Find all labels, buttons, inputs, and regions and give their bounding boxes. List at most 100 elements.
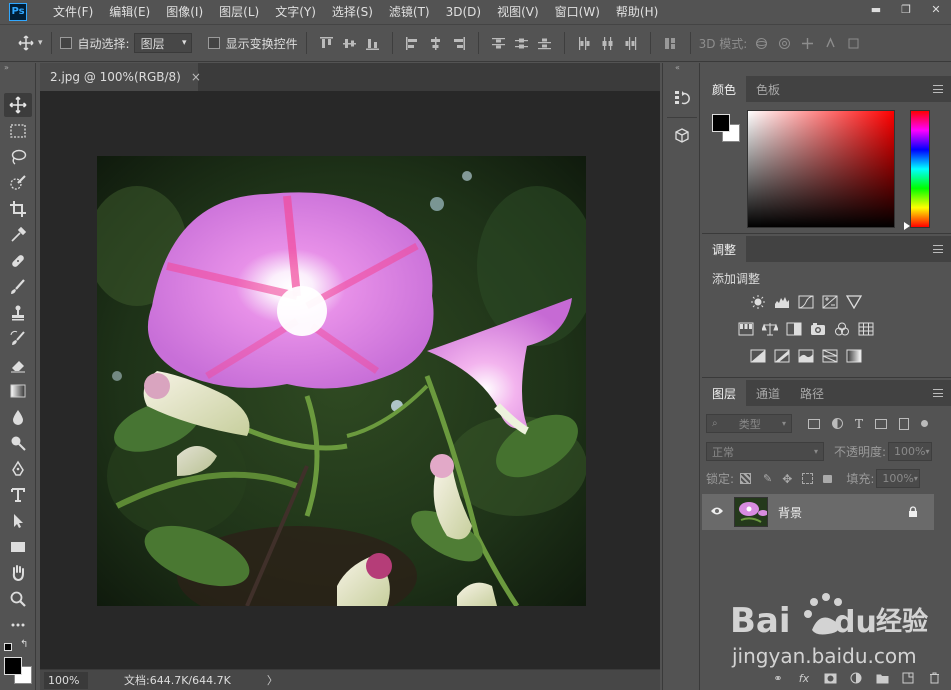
auto-align-icon[interactable] xyxy=(664,37,677,50)
healing-brush-tool-icon[interactable] xyxy=(4,249,32,273)
distribute-right-icon[interactable] xyxy=(624,36,637,50)
align-vcenter-icon[interactable] xyxy=(342,37,356,50)
gradient-map-icon[interactable] xyxy=(846,349,862,363)
eyedropper-tool-icon[interactable] xyxy=(4,223,32,247)
more-tools-icon[interactable] xyxy=(4,613,32,637)
lasso-tool-icon[interactable] xyxy=(4,145,32,169)
menu-window[interactable]: 窗口(W) xyxy=(547,0,608,24)
menu-select[interactable]: 选择(S) xyxy=(324,0,381,24)
3d-roll-icon[interactable] xyxy=(778,37,791,50)
lock-artboard-icon[interactable] xyxy=(802,473,814,484)
tab-swatches[interactable]: 色板 xyxy=(746,76,790,102)
type-tool-icon[interactable] xyxy=(4,483,32,507)
menu-file[interactable]: 文件(F) xyxy=(45,0,101,24)
brightness-contrast-icon[interactable] xyxy=(750,295,766,309)
clone-stamp-tool-icon[interactable] xyxy=(4,301,32,325)
menu-filter[interactable]: 滤镜(T) xyxy=(381,0,438,24)
color-picker-field[interactable] xyxy=(747,110,895,228)
vibrance-icon[interactable] xyxy=(845,295,863,310)
3d-pan-icon[interactable] xyxy=(801,37,814,50)
tab-paths[interactable]: 路径 xyxy=(790,380,834,406)
brush-tool-icon[interactable] xyxy=(4,275,32,299)
maximize-button[interactable]: ❐ xyxy=(891,0,921,18)
foreground-color-swatch[interactable] xyxy=(4,657,22,675)
distribute-vcenter-icon[interactable] xyxy=(514,37,528,50)
hand-tool-icon[interactable] xyxy=(4,561,32,585)
default-colors-icon[interactable] xyxy=(4,643,12,651)
posterize-icon[interactable] xyxy=(774,349,790,363)
filter-type-icon[interactable]: T xyxy=(855,417,863,431)
lock-transparent-icon[interactable] xyxy=(740,473,752,484)
hue-slider-marker[interactable] xyxy=(904,222,910,230)
menu-3d[interactable]: 3D(D) xyxy=(438,0,489,24)
lock-position-icon[interactable]: ✥ xyxy=(782,472,792,486)
distribute-left-icon[interactable] xyxy=(578,36,591,50)
adjustment-icon[interactable] xyxy=(849,671,863,685)
panel-menu-icon[interactable] xyxy=(933,245,943,253)
align-top-icon[interactable] xyxy=(319,36,333,50)
pen-tool-icon[interactable] xyxy=(4,457,32,481)
tab-channels[interactable]: 通道 xyxy=(746,380,790,406)
align-hcenter-icon[interactable] xyxy=(429,36,442,50)
selective-color-icon[interactable] xyxy=(822,349,838,363)
dodge-tool-icon[interactable] xyxy=(4,431,32,455)
distribute-hcenter-icon[interactable] xyxy=(601,36,614,50)
link-icon[interactable]: ⚭ xyxy=(771,671,785,685)
tab-adjustments[interactable]: 调整 xyxy=(702,236,747,262)
align-right-icon[interactable] xyxy=(452,36,465,50)
fill-field[interactable]: 100% ▾ xyxy=(876,469,921,488)
swap-colors-icon[interactable]: ↰ xyxy=(20,639,28,650)
mask-icon[interactable] xyxy=(823,671,837,685)
eraser-tool-icon[interactable] xyxy=(4,353,32,377)
document-tab[interactable]: 2.jpg @ 100%(RGB/8) × xyxy=(40,63,201,91)
3d-slide-icon[interactable] xyxy=(824,36,837,50)
filter-toggle-icon[interactable] xyxy=(921,420,929,427)
move-tool-preset-icon[interactable]: ▾ xyxy=(18,35,43,51)
zoom-tool-icon[interactable] xyxy=(4,587,32,611)
close-tab-icon[interactable]: × xyxy=(191,70,201,84)
filter-adjustment-icon[interactable] xyxy=(832,418,843,429)
tab-color[interactable]: 颜色 xyxy=(702,76,747,102)
minimize-button[interactable]: ▬ xyxy=(861,0,891,18)
menu-help[interactable]: 帮助(H) xyxy=(608,0,666,24)
panel-menu-icon[interactable] xyxy=(933,85,943,93)
menu-type[interactable]: 文字(Y) xyxy=(267,0,324,24)
panel-menu-icon[interactable] xyxy=(933,389,943,397)
color-lookup-icon[interactable] xyxy=(858,322,874,336)
collapse-chevrons-icon[interactable]: » xyxy=(4,63,9,72)
photo-filter-icon[interactable] xyxy=(810,322,826,336)
curves-icon[interactable] xyxy=(798,295,814,309)
tab-layers[interactable]: 图层 xyxy=(702,380,747,406)
align-bottom-icon[interactable] xyxy=(365,37,379,50)
history-panel-icon[interactable] xyxy=(668,85,696,111)
threshold-icon[interactable] xyxy=(798,349,814,363)
opacity-field[interactable]: 100% ▾ xyxy=(888,442,933,461)
history-brush-tool-icon[interactable] xyxy=(4,327,32,351)
blur-tool-icon[interactable] xyxy=(4,405,32,429)
blend-mode-dropdown[interactable]: 正常 ▾ xyxy=(706,442,824,461)
auto-select-checkbox[interactable] xyxy=(59,37,72,49)
show-transform-checkbox[interactable] xyxy=(207,37,220,49)
new-layer-icon[interactable] xyxy=(901,671,915,685)
invert-icon[interactable] xyxy=(750,349,766,363)
distribute-top-icon[interactable] xyxy=(491,37,505,50)
filter-pixel-icon[interactable] xyxy=(808,418,820,429)
align-left-icon[interactable] xyxy=(405,36,419,50)
folder-icon[interactable] xyxy=(875,671,889,685)
auto-select-dropdown[interactable]: 图层 ▾ xyxy=(133,33,192,53)
channel-mixer-icon[interactable] xyxy=(834,322,850,336)
lock-all-icon[interactable] xyxy=(823,474,833,483)
gradient-tool-icon[interactable] xyxy=(4,379,32,403)
eye-icon[interactable] xyxy=(710,505,724,519)
collapse-chevrons-icon[interactable]: « xyxy=(675,63,680,72)
rectangle-tool-icon[interactable] xyxy=(4,535,32,559)
3d-orbit-icon[interactable] xyxy=(755,37,768,50)
zoom-level-field[interactable]: 100% xyxy=(44,671,88,689)
document-image[interactable] xyxy=(97,156,586,606)
layer-filter-dropdown[interactable]: ⌕ 类型 ▾ xyxy=(706,414,792,433)
color-balance-icon[interactable] xyxy=(761,322,779,336)
marquee-tool-icon[interactable] xyxy=(4,119,32,143)
3d-scale-icon[interactable] xyxy=(847,37,860,50)
close-button[interactable]: ✕ xyxy=(921,0,951,18)
foreground-color-swatch[interactable] xyxy=(712,114,730,132)
